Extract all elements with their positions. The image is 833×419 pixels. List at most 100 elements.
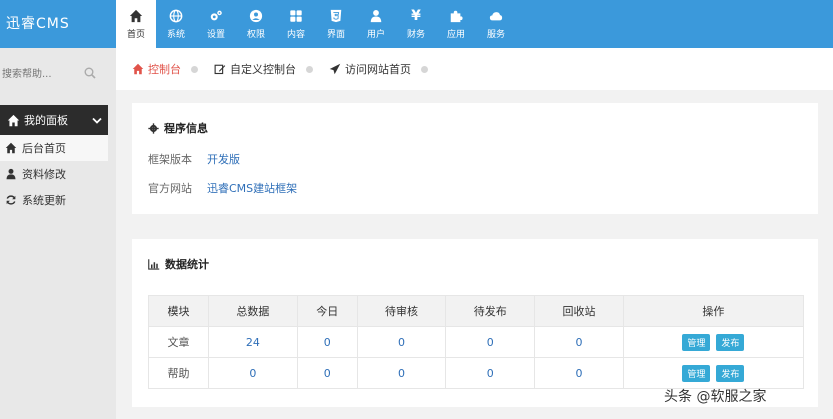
sidebar-item-label: 系统更新 bbox=[22, 194, 66, 207]
sidebar: 我的面板 后台首页 资料修改 系统更新 bbox=[0, 48, 116, 419]
tab-close-dot[interactable] bbox=[191, 65, 198, 73]
refresh-icon bbox=[2, 194, 20, 206]
nav-label: 内容 bbox=[286, 30, 305, 40]
total-count[interactable]: 24 bbox=[208, 326, 298, 358]
sidebar-item-label: 资料修改 bbox=[22, 168, 66, 181]
actions-cell: 管理 发布 bbox=[622, 326, 805, 358]
nav-item-finance[interactable]: ¥ 财务 bbox=[396, 0, 436, 48]
chevron-down-icon bbox=[92, 115, 102, 128]
html5-icon bbox=[329, 8, 343, 24]
column-header: 今日 bbox=[296, 295, 358, 327]
table-row: 帮助 0 0 0 0 0 管理 发布 bbox=[148, 357, 805, 389]
panel-title: 我的面板 bbox=[24, 114, 68, 127]
home-icon bbox=[132, 63, 144, 75]
nav-item-users[interactable]: 用户 bbox=[356, 0, 396, 48]
pending-publish-count[interactable]: 0 bbox=[445, 326, 536, 358]
sidebar-search bbox=[0, 62, 108, 86]
top-bar: 迅睿CMS 首页 系统 设置 权限 内容 界面 用户 ¥ 财务 应用 服务 bbox=[0, 0, 833, 48]
user-circle-icon bbox=[249, 8, 263, 24]
card-title: 程序信息 bbox=[148, 120, 208, 136]
nav-label: 应用 bbox=[446, 30, 465, 40]
sidebar-item-dashboard[interactable]: 后台首页 bbox=[0, 135, 108, 161]
nav-item-home[interactable]: 首页 bbox=[116, 0, 156, 48]
info-value[interactable]: 开发版 bbox=[207, 151, 240, 167]
info-row-website: 官方网站 迅睿CMS建站框架 bbox=[148, 180, 297, 196]
tabs-bar: 控制台 自定义控制台 访问网站首页 bbox=[116, 48, 833, 90]
yen-icon: ¥ bbox=[411, 8, 421, 24]
nav-label: 权限 bbox=[246, 30, 265, 40]
pending-review-count[interactable]: 0 bbox=[356, 326, 447, 358]
nav-item-content[interactable]: 内容 bbox=[276, 0, 316, 48]
stats-table: 模块 总数据 今日 待审核 待发布 回收站 操作 文章 24 0 0 0 0 管… bbox=[148, 295, 805, 389]
search-icon[interactable] bbox=[84, 67, 96, 79]
nav-item-permissions[interactable]: 权限 bbox=[236, 0, 276, 48]
nav-label: 系统 bbox=[166, 30, 185, 40]
nav-item-services[interactable]: 服务 bbox=[476, 0, 516, 48]
info-value[interactable]: 迅睿CMS建站框架 bbox=[207, 180, 297, 196]
manage-button[interactable]: 管理 bbox=[682, 333, 711, 351]
column-header: 待审核 bbox=[356, 295, 447, 327]
top-nav: 首页 系统 设置 权限 内容 界面 用户 ¥ 财务 应用 服务 bbox=[116, 0, 516, 48]
cogs-icon bbox=[209, 8, 223, 24]
actions-cell: 管理 发布 bbox=[622, 357, 805, 389]
nav-label: 财务 bbox=[406, 30, 425, 40]
app-logo[interactable]: 迅睿CMS bbox=[0, 0, 116, 48]
pending-publish-count[interactable]: 0 bbox=[445, 357, 536, 389]
nav-item-settings[interactable]: 设置 bbox=[196, 0, 236, 48]
send-icon bbox=[329, 63, 341, 75]
nav-label: 首页 bbox=[126, 30, 145, 40]
module-name: 文章 bbox=[148, 326, 209, 358]
tab-label: 控制台 bbox=[148, 63, 181, 76]
total-count[interactable]: 0 bbox=[208, 357, 298, 389]
grid-icon bbox=[289, 8, 303, 24]
column-header: 总数据 bbox=[208, 295, 298, 327]
manage-button[interactable]: 管理 bbox=[682, 364, 711, 382]
tab-console[interactable]: 控制台 bbox=[132, 61, 181, 77]
home-icon bbox=[129, 8, 143, 24]
stats-card: 数据统计 模块 总数据 今日 待审核 待发布 回收站 操作 文章 24 0 0 … bbox=[132, 239, 818, 407]
tab-label: 访问网站首页 bbox=[345, 63, 411, 76]
recycle-count[interactable]: 0 bbox=[534, 357, 624, 389]
info-row-version: 框架版本 开发版 bbox=[148, 151, 240, 167]
tab-visit-site[interactable]: 访问网站首页 bbox=[329, 61, 411, 77]
stats-title: 数据统计 bbox=[165, 258, 209, 271]
nav-label: 设置 bbox=[206, 30, 225, 40]
cloud-icon bbox=[489, 8, 503, 24]
search-input[interactable] bbox=[0, 62, 94, 86]
pending-review-count[interactable]: 0 bbox=[356, 357, 447, 389]
table-header-row: 模块 总数据 今日 待审核 待发布 回收站 操作 bbox=[148, 295, 805, 327]
publish-button[interactable]: 发布 bbox=[716, 364, 745, 382]
nav-item-system[interactable]: 系统 bbox=[156, 0, 196, 48]
user-icon bbox=[2, 168, 20, 180]
nav-label: 用户 bbox=[366, 30, 385, 40]
nav-item-interface[interactable]: 界面 bbox=[316, 0, 356, 48]
sidebar-item-update[interactable]: 系统更新 bbox=[0, 187, 108, 213]
info-key: 框架版本 bbox=[148, 153, 192, 166]
today-count[interactable]: 0 bbox=[296, 326, 358, 358]
nav-item-apps[interactable]: 应用 bbox=[436, 0, 476, 48]
tab-custom-console[interactable]: 自定义控制台 bbox=[214, 61, 296, 77]
column-header: 操作 bbox=[622, 295, 805, 327]
card-title: 数据统计 bbox=[148, 256, 209, 272]
tab-close-dot[interactable] bbox=[421, 65, 428, 73]
tab-close-dot[interactable] bbox=[306, 65, 313, 73]
recycle-count[interactable]: 0 bbox=[534, 326, 624, 358]
program-info-title: 程序信息 bbox=[164, 122, 208, 135]
bar-chart-icon bbox=[148, 258, 160, 270]
column-header: 待发布 bbox=[445, 295, 536, 327]
today-count[interactable]: 0 bbox=[296, 357, 358, 389]
module-name: 帮助 bbox=[148, 357, 209, 389]
sidebar-item-profile[interactable]: 资料修改 bbox=[0, 161, 108, 187]
gear-icon bbox=[148, 122, 159, 134]
tab-label: 自定义控制台 bbox=[230, 63, 296, 76]
program-info-card: 程序信息 框架版本 开发版 官方网站 迅睿CMS建站框架 bbox=[132, 103, 818, 214]
nav-label: 界面 bbox=[326, 30, 345, 40]
globe-icon bbox=[169, 8, 183, 24]
publish-button[interactable]: 发布 bbox=[716, 333, 745, 351]
watermark: 头条 @软服之家 bbox=[664, 389, 767, 405]
sidebar-panel-header[interactable]: 我的面板 bbox=[0, 105, 108, 135]
home-icon bbox=[2, 142, 20, 154]
home-icon bbox=[2, 114, 24, 127]
puzzle-icon bbox=[449, 8, 463, 24]
info-key: 官方网站 bbox=[148, 182, 192, 195]
